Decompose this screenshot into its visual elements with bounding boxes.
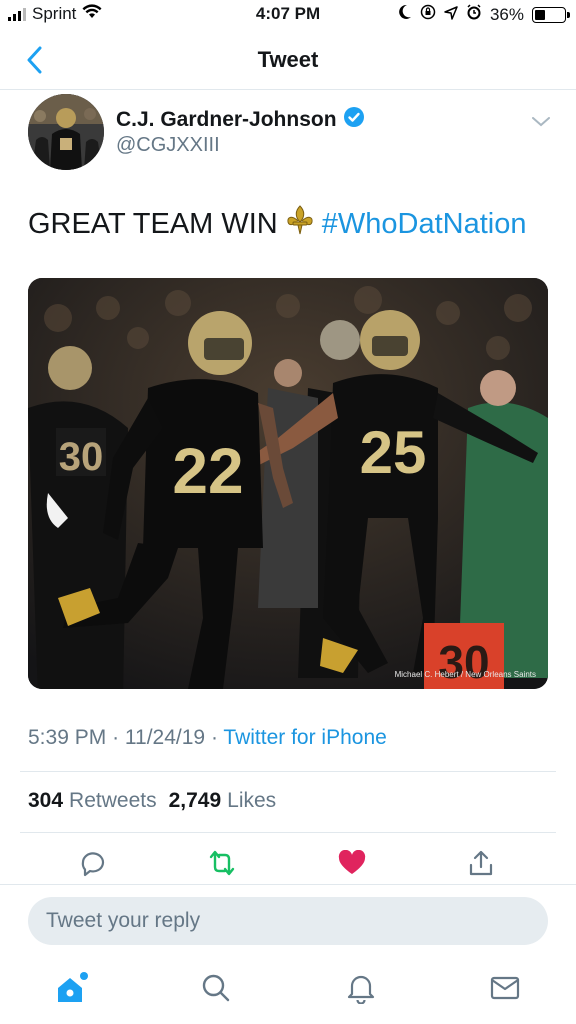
search-icon (202, 974, 230, 1002)
location-icon (444, 5, 458, 25)
tweet-text: GREAT TEAM WIN #WhoDatNation (28, 205, 526, 243)
svg-text:30: 30 (438, 636, 489, 688)
reply-bar: Tweet your reply (0, 884, 576, 956)
status-bar: Sprint 4:07 PM 36% (0, 0, 576, 30)
share-button[interactable] (463, 845, 499, 881)
retweets-stat[interactable]: 304 Retweets (28, 789, 157, 813)
tweet-meta: 5:39 PM · 11/24/19 · Twitter for iPhone (28, 726, 387, 750)
reply-button[interactable] (75, 845, 111, 881)
rotation-lock-icon (420, 4, 436, 25)
tab-home[interactable] (52, 968, 92, 1008)
tweet-text-body: GREAT TEAM WIN (28, 207, 278, 240)
retweets-label: Retweets (69, 789, 157, 812)
reply-icon (81, 852, 105, 877)
tweet-date: 11/24/19 (124, 726, 206, 749)
tweet-stats: 304 Retweets 2,749 Likes (28, 789, 276, 813)
like-button[interactable] (334, 845, 370, 881)
like-icon (338, 850, 366, 874)
retweet-icon (209, 850, 235, 876)
tab-bar (0, 960, 576, 1024)
meta-separator: · (112, 726, 120, 749)
nav-bar: Tweet (0, 30, 576, 90)
battery-icon (532, 6, 570, 23)
tab-messages[interactable] (485, 968, 525, 1008)
reply-input[interactable]: Tweet your reply (28, 897, 548, 945)
verified-badge-icon (343, 106, 365, 134)
alarm-icon (466, 4, 482, 25)
divider (20, 771, 556, 772)
svg-text:25: 25 (360, 419, 427, 486)
divider (20, 832, 556, 833)
messages-icon (490, 976, 520, 1000)
likes-label: Likes (227, 789, 277, 812)
hashtag-link[interactable]: #WhoDatNation (322, 208, 527, 241)
tweet-actions (0, 845, 576, 883)
chevron-down-icon (532, 117, 550, 127)
avatar[interactable] (28, 94, 104, 170)
moon-icon (398, 4, 412, 25)
meta-separator: · (210, 726, 218, 749)
author-name[interactable]: C.J. Gardner-Johnson (116, 108, 337, 132)
likes-stat[interactable]: 2,749 Likes (169, 789, 277, 813)
status-icons: 36% (398, 4, 570, 25)
author-name-row: C.J. Gardner-Johnson (116, 106, 365, 134)
battery-fill (535, 9, 546, 20)
fleur-de-lis-icon (286, 205, 314, 243)
tweet-author: C.J. Gardner-Johnson @CGJXXIII (28, 94, 556, 174)
tab-notifications[interactable] (341, 968, 381, 1008)
page-title: Tweet (257, 47, 319, 72)
author-handle[interactable]: @CGJXXIII (116, 134, 220, 157)
home-icon (58, 972, 88, 1002)
tab-search[interactable] (196, 968, 236, 1008)
retweet-button[interactable] (204, 845, 240, 881)
notifications-icon (347, 975, 375, 1004)
svg-text:30: 30 (59, 435, 104, 479)
svg-text:22: 22 (172, 435, 243, 507)
likes-count: 2,749 (168, 789, 222, 812)
share-icon (469, 850, 493, 876)
retweets-count: 304 (28, 789, 64, 812)
photo-credit: Michael C. Hebert / New Orleans Saints (394, 670, 536, 679)
tweet-media-image[interactable]: 30 25 22 30 Michael C. Hebert / New Orle… (28, 278, 548, 689)
battery-percent: 36% (489, 4, 524, 24)
tweet-source-link[interactable]: Twitter for iPhone (223, 726, 386, 749)
tweet-time: 5:39 PM (28, 726, 107, 749)
tweet-menu-button[interactable] (526, 110, 556, 134)
